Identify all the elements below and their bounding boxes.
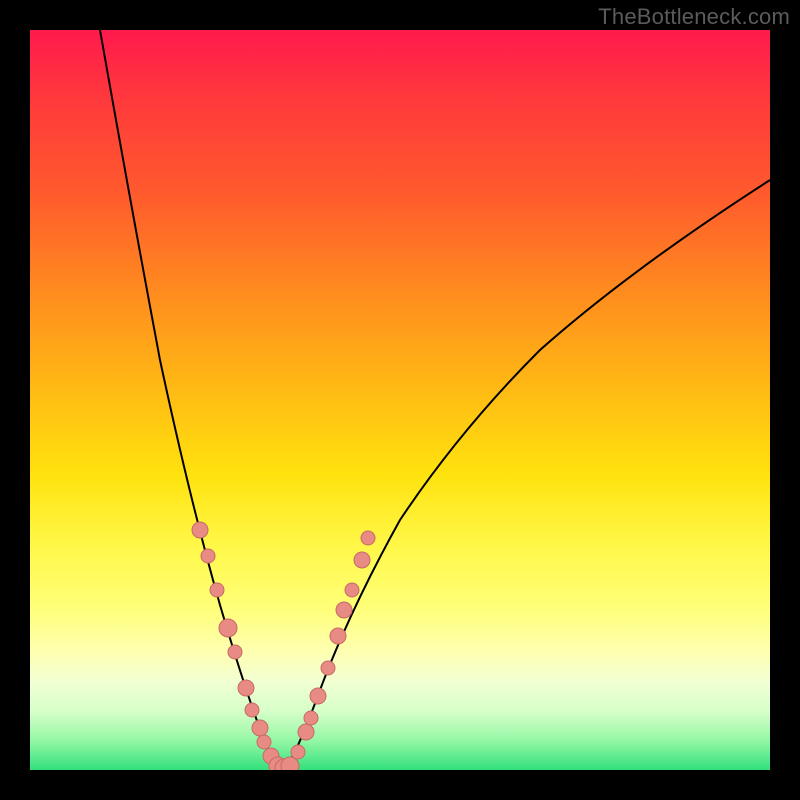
watermark-text: TheBottleneck.com <box>598 4 790 30</box>
curve-left <box>100 30 282 768</box>
curves-svg <box>30 30 770 770</box>
markers-right <box>281 531 375 770</box>
markers-left <box>192 522 287 770</box>
plot-area <box>30 30 770 770</box>
chart-frame: TheBottleneck.com <box>0 0 800 800</box>
curve-right <box>286 180 770 768</box>
